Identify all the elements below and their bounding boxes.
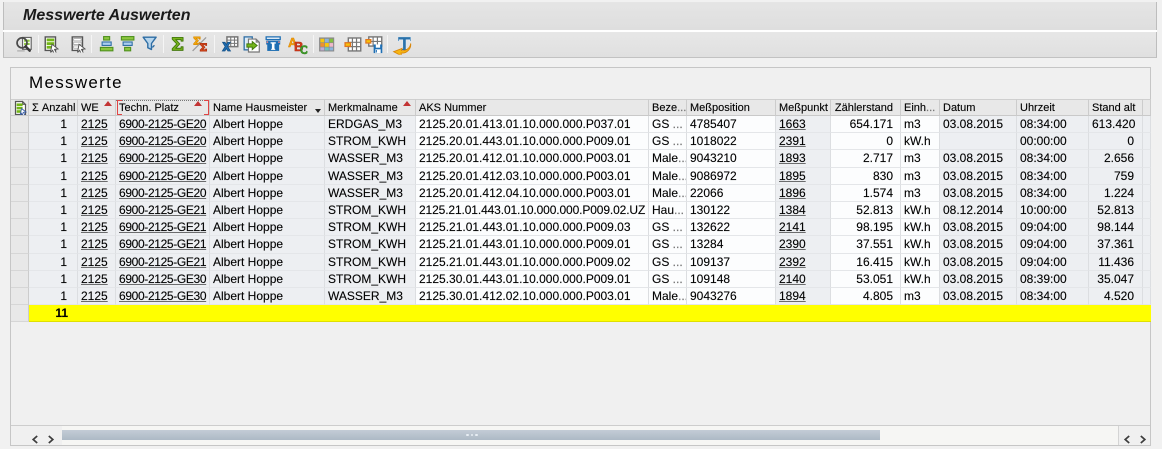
svg-text:C: C bbox=[300, 43, 308, 55]
